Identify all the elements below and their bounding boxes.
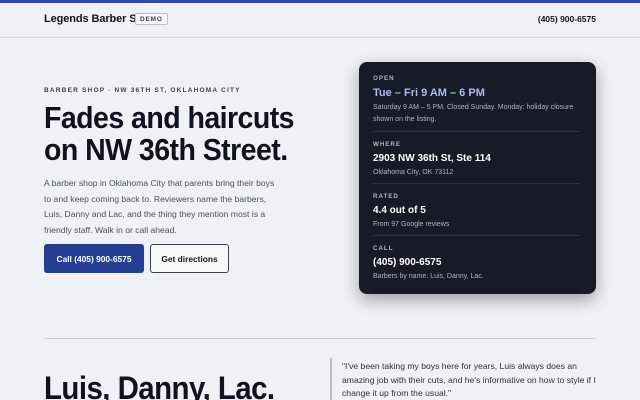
card-divider [373, 235, 580, 236]
open-label: OPEN [373, 75, 395, 82]
site-header: Legends Barber Studio DEMO (405) 900-657… [0, 3, 640, 38]
card-phone[interactable]: (405) 900-6575 [373, 257, 580, 268]
card-call-section: CALL (405) 900-6575 Barbers by name: Lui… [373, 245, 580, 283]
review-quote: "I've been taking my boys here for years… [342, 361, 596, 398]
card-divider [373, 131, 580, 132]
open-hours: Tue – Fri 9 AM – 6 PM [373, 87, 485, 99]
directions-button[interactable]: Get directions [150, 244, 229, 273]
quote-bar [330, 358, 332, 400]
barbers-detail: Barbers by name: Luis, Danny, Lac. [373, 273, 484, 280]
card-open-section: OPEN Tue – Fri 9 AM – 6 PM Saturday 9 AM… [373, 75, 580, 125]
rated-label: RATED [373, 193, 399, 200]
call-button[interactable]: Call (405) 900-6575 [44, 244, 144, 273]
call-label: CALL [373, 245, 394, 252]
header-phone-link[interactable]: (405) 900-6575 [538, 14, 596, 24]
hero-headline: Fades and haircuts on NW 36th Street. [44, 100, 295, 167]
barbers-heading: Luis, Danny, Lac. [44, 370, 275, 400]
info-card: OPEN Tue – Fri 9 AM – 6 PM Saturday 9 AM… [359, 62, 596, 294]
card-divider [373, 183, 580, 184]
hero-intro: A barber shop in Oklahoma City that pare… [44, 178, 275, 235]
rating-source: From 97 Google reviews [373, 221, 450, 228]
demo-badge: DEMO [135, 13, 168, 25]
rating-value: 4.4 out of 5 [373, 205, 426, 216]
where-city: Oklahoma City, OK 73112 [373, 169, 454, 176]
where-label: WHERE [373, 141, 402, 148]
card-where-section: WHERE 2903 NW 36th St, Ste 114 Oklahoma … [373, 141, 580, 179]
card-rated-section: RATED 4.4 out of 5 From 97 Google review… [373, 193, 580, 231]
hero-eyebrow: BARBER SHOP · NW 36TH ST, OKLAHOMA CITY [44, 87, 241, 94]
where-address[interactable]: 2903 NW 36th St, Ste 114 [373, 153, 580, 164]
section-divider [44, 338, 596, 339]
open-detail: Saturday 9 AM – 5 PM. Closed Sunday. Mon… [373, 104, 574, 123]
